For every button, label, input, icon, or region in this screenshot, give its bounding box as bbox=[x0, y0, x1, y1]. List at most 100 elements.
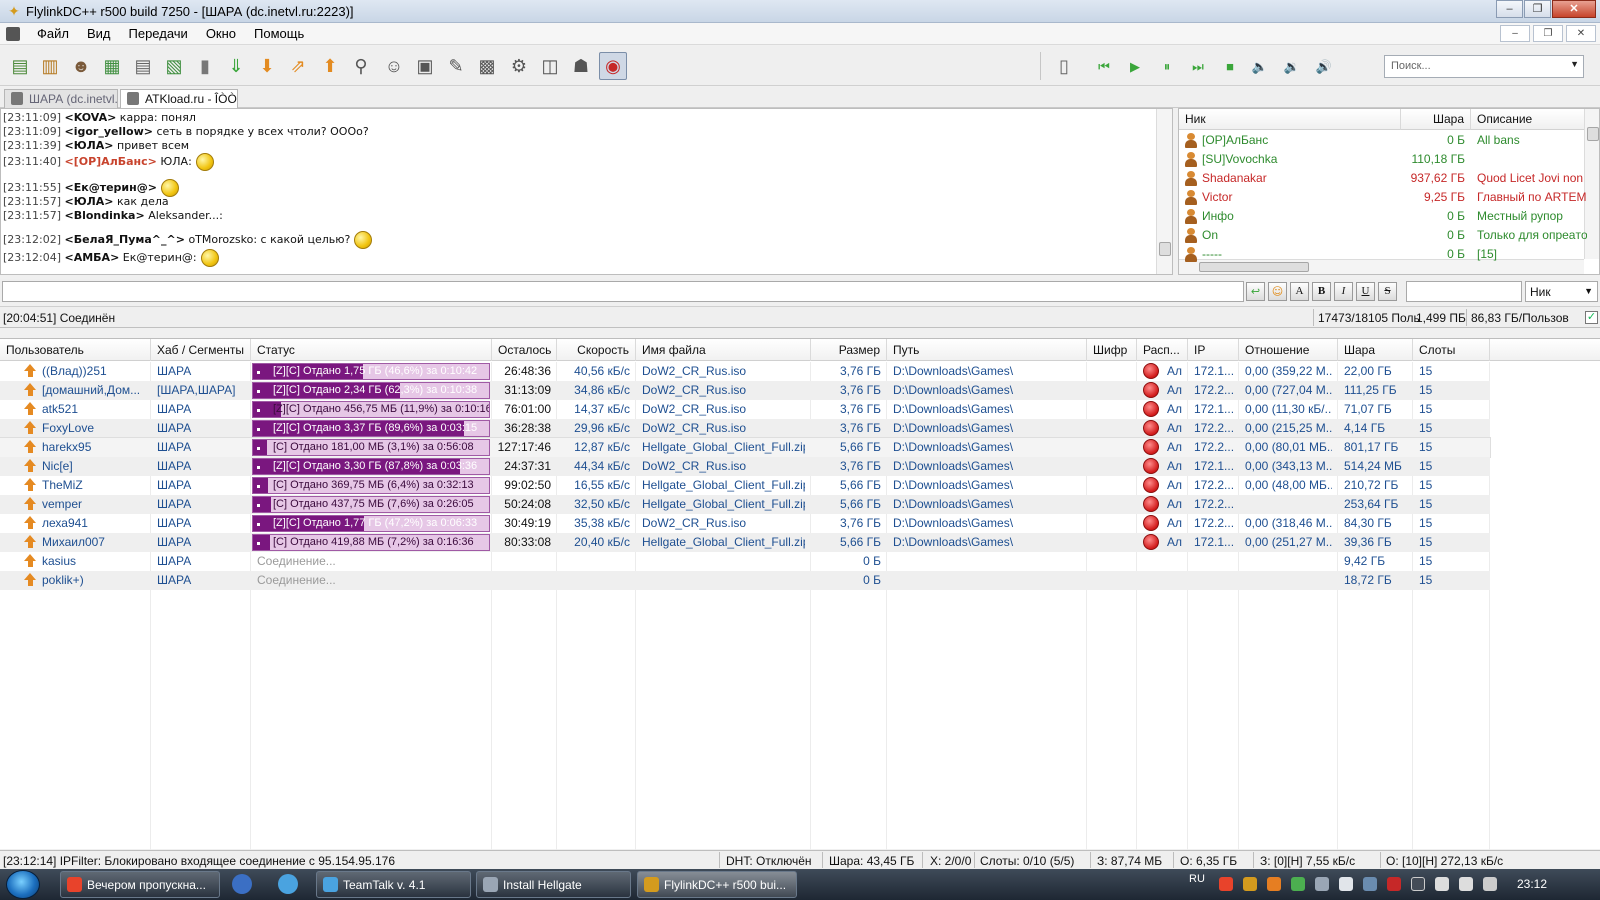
transfer-row[interactable]: poklik+) ШАРА Соединение... 0 Б 18,72 ГБ 15 bbox=[0, 571, 1490, 590]
language-indicator[interactable]: RU bbox=[1189, 873, 1205, 885]
transfer-row[interactable]: atk521 ШАРА [Z][C] Отдано 456,75 МБ (11,9%… bbox=[0, 400, 1490, 419]
chat-scrollbar-thumb[interactable] bbox=[1159, 242, 1171, 256]
close-button[interactable]: ✕ bbox=[1552, 0, 1596, 18]
download-arrow-icon[interactable]: ⇓ bbox=[222, 52, 250, 80]
menu-transfers[interactable]: Передачи bbox=[120, 26, 197, 41]
volume-down-icon[interactable]: 🔉 bbox=[1278, 52, 1306, 80]
menu-window[interactable]: Окно bbox=[197, 26, 245, 41]
column-header-status[interactable]: Статус bbox=[251, 339, 492, 361]
menu-view[interactable]: Вид bbox=[78, 26, 120, 41]
tray-app-icon[interactable] bbox=[1387, 877, 1401, 891]
pause-icon[interactable]: ⏸ bbox=[1153, 52, 1181, 80]
tray-network-icon[interactable] bbox=[1315, 877, 1329, 891]
chat-nick[interactable]: <KOVA> bbox=[65, 111, 117, 124]
nick-filter-input[interactable] bbox=[1406, 281, 1522, 302]
column-header-nick[interactable]: Ник bbox=[1179, 109, 1401, 130]
transfer-row[interactable]: vemper ШАРА [C] Отдано 437,75 МБ (7,6%) за… bbox=[0, 495, 1490, 514]
chat-nick[interactable]: <АМБА> bbox=[65, 251, 120, 264]
mdi-close-button[interactable]: ✕ bbox=[1566, 25, 1596, 42]
strikethrough-icon[interactable]: S bbox=[1378, 282, 1397, 301]
user-row[interactable]: On 0 Б Только для опрeaтo bbox=[1179, 226, 1587, 245]
transfer-row[interactable]: kasius ШАРА Соединение... 0 Б 9,42 ГБ 15 bbox=[0, 552, 1490, 571]
maximize-button[interactable]: ❐ bbox=[1524, 0, 1551, 18]
tray-app-icon[interactable] bbox=[1291, 877, 1305, 891]
taskbar-task-flylink[interactable]: FlylinkDC++ r500 bui... bbox=[637, 871, 797, 898]
user-row[interactable]: Инфо 0 Б Местный рупор bbox=[1179, 207, 1587, 226]
volume-mute-icon[interactable]: 🔈 bbox=[1246, 52, 1274, 80]
transfer-row[interactable]: FoxyLove ШАРА [Z][C] Отдано 3,37 ГБ (89,6%… bbox=[0, 419, 1490, 438]
shutdown-icon[interactable]: ◉ bbox=[599, 52, 627, 80]
finished-download-icon[interactable]: ⬇ bbox=[253, 52, 281, 80]
reconnect-icon[interactable]: ▦ bbox=[98, 52, 126, 80]
column-header-ratio[interactable]: Отношение bbox=[1239, 339, 1338, 361]
chat-nick[interactable]: <Ек@терин@> bbox=[65, 181, 157, 194]
adl-search-icon[interactable]: ☺ bbox=[380, 52, 408, 80]
userlist-scrollbar-thumb[interactable] bbox=[1587, 127, 1599, 141]
favorite-users-icon[interactable]: ☻ bbox=[67, 52, 95, 80]
column-header-cipher[interactable]: Шифр bbox=[1087, 339, 1137, 361]
chat-nick[interactable]: <ЮЛА> bbox=[65, 139, 114, 152]
pinned-app-icon[interactable] bbox=[278, 874, 298, 894]
show-userlist-checkbox[interactable]: ✓ bbox=[1585, 311, 1598, 324]
column-header-slots[interactable]: Слоты bbox=[1413, 339, 1490, 361]
emoticons-icon[interactable]: ☺ bbox=[1268, 282, 1287, 301]
away-icon[interactable]: ☗ bbox=[567, 52, 595, 80]
search-input[interactable]: Поиск... ▼ bbox=[1384, 55, 1584, 78]
user-row[interactable]: ----- 0 Б [15] bbox=[1179, 245, 1587, 264]
stop-icon[interactable]: ■ bbox=[1216, 52, 1244, 80]
play-icon[interactable]: ▶ bbox=[1121, 52, 1149, 80]
transfer-row[interactable]: TheMiZ ШАРА [C] Отдано 369,75 МБ (6,4%) за… bbox=[0, 476, 1490, 495]
chat-log[interactable]: [23:11:09] <KOVA> карра: понял [23:11:09]… bbox=[0, 108, 1173, 275]
tray-monitor-icon[interactable] bbox=[1411, 877, 1425, 891]
transfer-row[interactable]: harekx95 ШАРА [C] Отдано 181,00 МБ (3,1%) … bbox=[0, 437, 1491, 458]
text-color-icon[interactable]: A bbox=[1290, 282, 1309, 301]
column-header-share[interactable]: Шара bbox=[1401, 109, 1471, 130]
tray-device-icon[interactable] bbox=[1459, 877, 1473, 891]
column-header-filename[interactable]: Имя файла bbox=[636, 339, 811, 361]
previous-track-icon[interactable]: ⏮ bbox=[1090, 52, 1118, 80]
chat-nick[interactable]: <БелаЯ_Пума^_^> bbox=[65, 233, 185, 246]
mdi-restore-button[interactable]: ❐ bbox=[1533, 25, 1563, 42]
column-header-user[interactable]: Пользователь bbox=[0, 339, 151, 361]
column-header-hub[interactable]: Хаб / Сегменты bbox=[151, 339, 251, 361]
column-header-ip[interactable]: IP bbox=[1188, 339, 1239, 361]
pinned-app-icon[interactable] bbox=[232, 874, 252, 894]
tray-app-icon[interactable] bbox=[1219, 877, 1233, 891]
transfer-row[interactable]: ((Влад))251 ШАРА [Z][C] Отдано 1,75 ГБ (46… bbox=[0, 362, 1490, 381]
chevron-down-icon[interactable]: ▼ bbox=[1570, 59, 1579, 69]
winamp-icon[interactable]: ▯ bbox=[1050, 52, 1078, 80]
taskbar-task-installer[interactable]: Install Hellgate bbox=[476, 871, 631, 898]
transfer-row[interactable]: Михаил007 ШАРА [C] Отдано 419,88 МБ (7,2%)… bbox=[0, 533, 1490, 552]
finished-downloads-icon[interactable]: ▮ bbox=[191, 52, 219, 80]
italic-icon[interactable]: I bbox=[1334, 282, 1353, 301]
download-queue-icon[interactable]: ▧ bbox=[160, 52, 188, 80]
tray-app-icon[interactable] bbox=[1267, 877, 1281, 891]
finished-uploads-icon[interactable]: ⬆ bbox=[316, 52, 344, 80]
user-row[interactable]: Victor 9,25 ГБ Главный по ARTEM- bbox=[1179, 188, 1587, 207]
column-header-size[interactable]: Размер bbox=[811, 339, 887, 361]
tray-app-icon[interactable] bbox=[1363, 877, 1377, 891]
column-header-share[interactable]: Шара bbox=[1338, 339, 1413, 361]
public-hubs-icon[interactable]: ▤ bbox=[6, 52, 34, 80]
menu-file[interactable]: Файл bbox=[28, 26, 78, 41]
chat-nick[interactable]: <Blondinka> bbox=[65, 209, 145, 222]
tray-flylink-icon[interactable] bbox=[1243, 877, 1257, 891]
minimize-button[interactable]: – bbox=[1496, 0, 1523, 18]
mdi-system-menu-icon[interactable] bbox=[6, 26, 20, 41]
transfer-row[interactable]: леха941 ШАРА [Z][C] Отдано 1,77 ГБ (47,2%)… bbox=[0, 514, 1490, 533]
user-row[interactable]: [OP]АлБанс 0 Б All bans bbox=[1179, 131, 1587, 150]
volume-icon[interactable] bbox=[1483, 877, 1497, 891]
search-icon[interactable]: ⚲ bbox=[347, 52, 375, 80]
column-header-path[interactable]: Путь bbox=[887, 339, 1087, 361]
mdi-minimize-button[interactable]: – bbox=[1500, 25, 1530, 42]
transfer-row[interactable]: Nic[e] ШАРА [Z][C] Отдано 3,30 ГБ (87,8%) … bbox=[0, 457, 1490, 476]
network-stats-icon[interactable]: ▩ bbox=[473, 52, 501, 80]
open-file-list-icon[interactable]: ◫ bbox=[536, 52, 564, 80]
menu-help[interactable]: Помощь bbox=[245, 26, 313, 41]
user-row[interactable]: Shadanakar 937,62 ГБ Quod Licet Jovi non L bbox=[1179, 169, 1587, 188]
column-header-description[interactable]: Описание bbox=[1471, 109, 1589, 130]
column-header-remaining[interactable]: Осталось bbox=[492, 339, 557, 361]
upload-arrow-icon[interactable]: ⇗ bbox=[284, 52, 312, 80]
taskbar-task-browser[interactable]: Вечером пропускна... bbox=[60, 871, 220, 898]
user-row[interactable]: [SU]Vovochka 110,18 ГБ bbox=[1179, 150, 1587, 169]
